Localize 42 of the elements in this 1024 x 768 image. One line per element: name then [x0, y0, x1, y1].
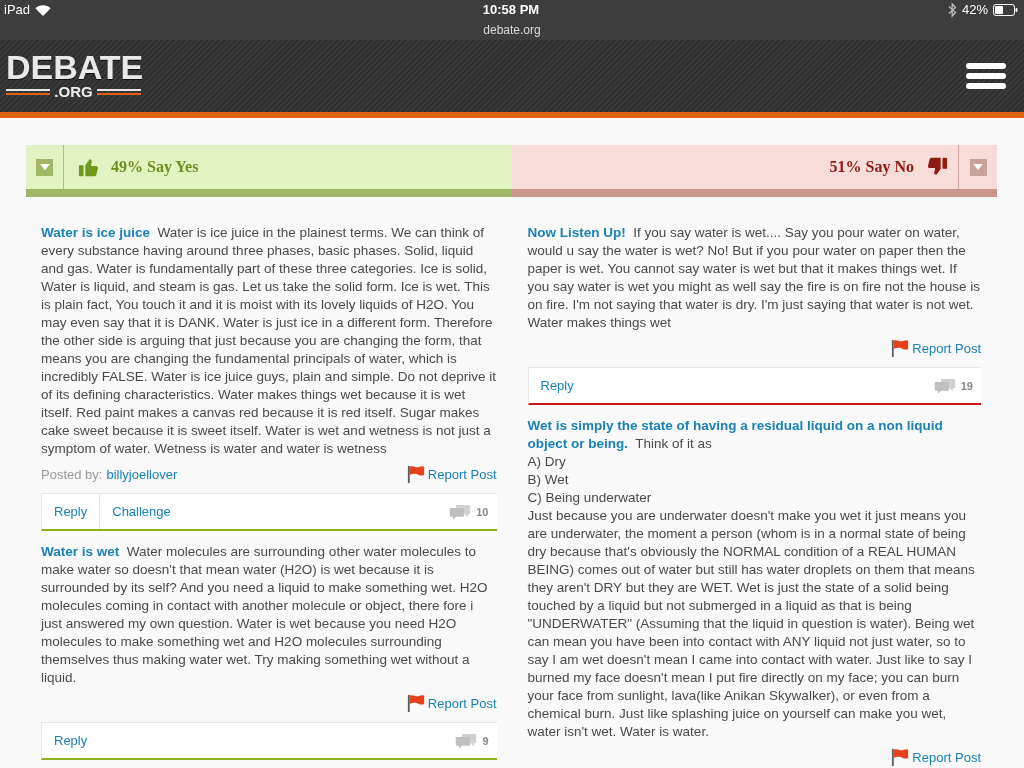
comment-count: 19 — [960, 379, 973, 392]
report-post-link[interactable]: Report Post — [406, 694, 497, 712]
dropdown-button[interactable] — [969, 158, 987, 176]
logo-domain[interactable]: .ORG — [54, 84, 93, 100]
logo-wordmark[interactable]: DEBATE — [6, 52, 141, 82]
challenge-button[interactable]: Challenge — [99, 494, 183, 529]
vote-label: 51% Say No — [829, 158, 914, 176]
comment-count: 9 — [482, 734, 489, 747]
flag-icon — [406, 465, 425, 483]
menu-icon[interactable] — [966, 63, 1006, 89]
posted-by-label: Posted by: — [41, 466, 103, 482]
battery-percent: 42% — [961, 2, 988, 18]
flag-icon — [406, 694, 425, 712]
report-post-link[interactable]: Report Post — [406, 465, 497, 483]
caret-icon — [973, 164, 983, 170]
bluetooth-icon — [947, 2, 957, 18]
report-post-link[interactable]: Report Post — [891, 339, 981, 357]
clock-time: 10:58 PM — [482, 2, 540, 18]
author-link[interactable]: billyjoellover — [106, 466, 178, 482]
reply-button[interactable]: Reply — [528, 368, 586, 403]
device-name: iPad — [4, 2, 31, 18]
vote-label: 49% Say Yes — [111, 158, 199, 176]
post-text: Now Listen Up! If you say water is wet.... Say you pour water on water, would u say the water is wet? No! But if you pour water on paper then the paper is wet. You cannot say water is wet but that it makes things wet. If you say water is wet you might as well say the fire is on fire not the house is on fire. I'm not saying that water is dry. I'm just saying that water is not wet. Water makes things wet — [527, 224, 981, 332]
post-text: Wet is simply the state of having a residual liquid on a non liquid object or being. Think of it as A) Dry B) Wet C) Being underwater Just because you are underwater doesn't make you wet it just means you are underwater, the moment a person (whom is in a normal state of being dry because that's obviously the NORMAL condition of a REAL HUMAN BEING) comes out of water but still has water droplets on them that means they aren't DRY but they are WET. Wet is just the state of a solid being touched by a liquid but not submerged in a liquid as that is being "UNDERWATER" (Assuming that the liquid in question is water). Being wet can mean you have been into contact with ANY liquid not just water, so to say I am wet doesn't mean I came into contact with water. Just like to say I burned my face doesn't mean I put fire directly on my face; you can burn your face from sunlight, lava(like Anikan Skywalker), or even from a chemical burn. Just like splashing juice on yourself can make you wet, water isn't wet. Water is water. — [527, 417, 976, 741]
post-text: Water is wet Water molecules are surrounding other water molecules to make water so doesn't that mean water (H2O) is wet because it is surrounded by its self? And you need a liquid to make something wet. H2O molecules coming in contact with another molecule or object, there fore i just answered my own question. Water is wet because you need H2O molecules to make something wet and H2O molecules surrounding themselves thus making water wet. Try making something wet without a liquid. — [41, 543, 489, 687]
thumbs-down-icon — [926, 156, 948, 178]
comment-icon[interactable] — [933, 377, 956, 394]
battery-icon — [993, 4, 1018, 16]
comment-count: 10 — [476, 505, 489, 518]
dropdown-button[interactable] — [36, 158, 53, 176]
post-text: Water is ice juice Water is ice juice in the plainest terms. We can think of every substance having around three phases, basic phases. Solid, liquid and gas. Water is fundamentally part of these three categories. Ice is solid, Water is liquid, and steam is gas. Let us take the solid form. Ice is wet. This is plain fact, You touch it and it is moist with its lovely liquids of H2O. You may even say that it is DANK. Water is just ice in a different form. Therefore the other side is arguing that just because you are changing the form, that means you are changing the fundamental principals of water, which is incredibly FALSE. Water is ice juice guys, plain and simple. Do not deprive it of its defining characteristics. Water makes things wet because it is wet itself. Red paint makes a canvas red because it is red itself. Sugar makes cake sweet because it is sweet itself. Water is wet and wetness is not just a symptom of water. Wetness is water and water is wetness — [41, 224, 497, 458]
wifi-icon — [35, 4, 52, 16]
report-post-link[interactable]: Report Post — [891, 748, 981, 766]
comment-icon[interactable] — [455, 732, 478, 749]
comment-icon[interactable] — [449, 503, 472, 520]
reply-button[interactable]: Reply — [42, 494, 100, 529]
thumbs-up-icon — [78, 156, 100, 178]
flag-icon — [891, 339, 910, 357]
reply-button[interactable]: Reply — [42, 723, 100, 758]
caret-icon — [39, 164, 50, 170]
flag-icon — [891, 748, 910, 766]
url-text[interactable]: debate.org — [483, 23, 541, 37]
